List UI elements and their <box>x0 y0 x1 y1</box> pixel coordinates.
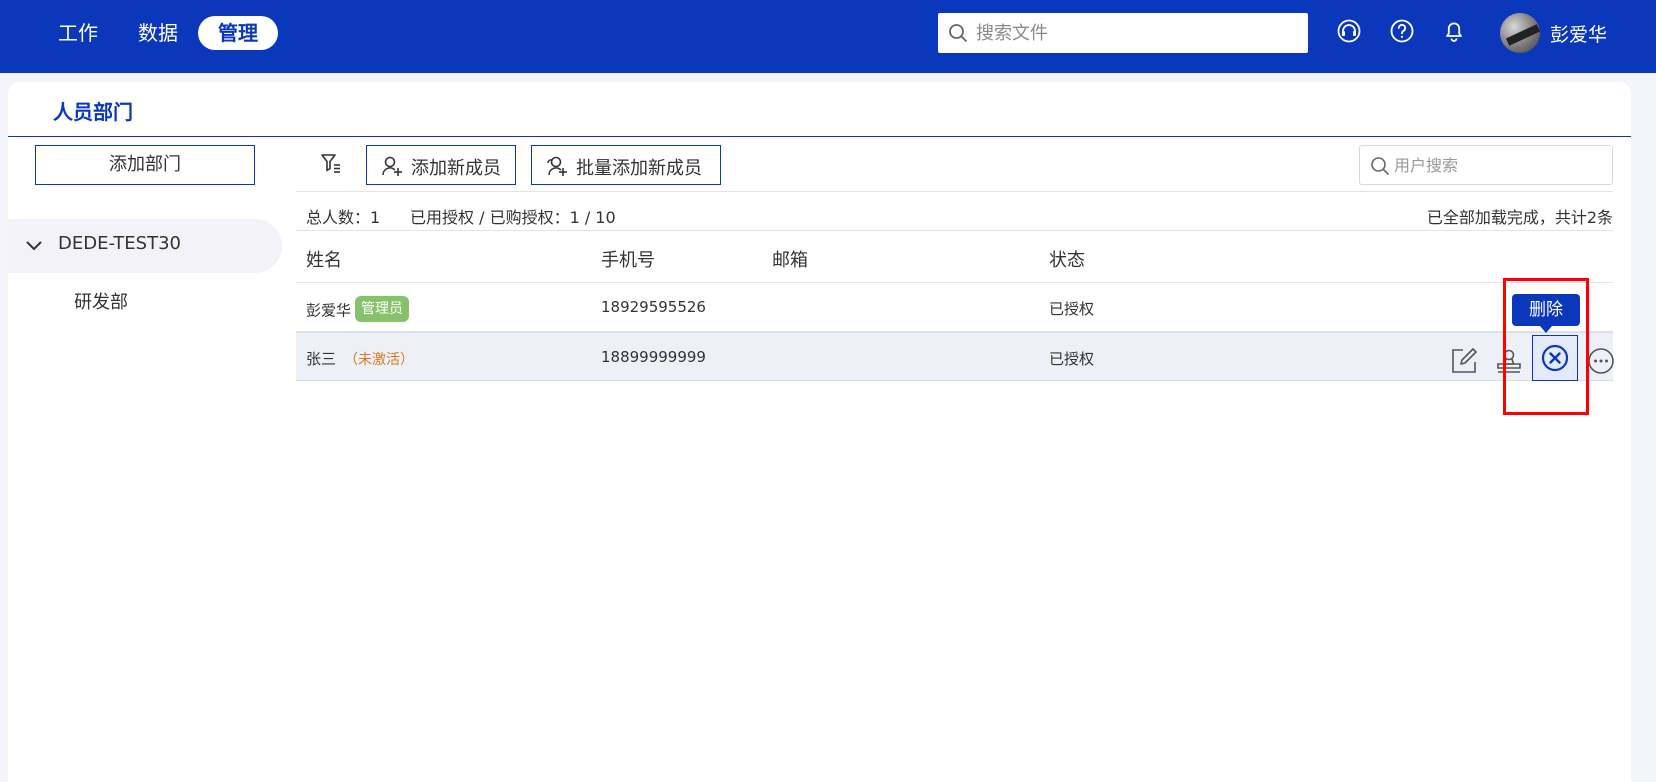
tree-item-rd-dept[interactable]: 研发部 <box>74 288 128 314</box>
column-header-email: 邮箱 <box>772 250 808 271</box>
member-name: 彭爱华 <box>306 301 352 320</box>
column-header-name: 姓名 <box>306 250 342 271</box>
help-icon[interactable] <box>1389 18 1415 44</box>
file-search-input[interactable] <box>976 13 1296 53</box>
user-add-icon <box>382 156 402 176</box>
table-row[interactable]: 张三 （未激活） 18899999999 已授权 <box>296 332 1616 381</box>
search-icon <box>949 24 967 42</box>
column-header-phone: 手机号 <box>601 250 655 271</box>
file-search-box <box>938 13 1308 53</box>
total-members-count: 总人数：1 <box>306 208 381 227</box>
page-title: 人员部门 <box>53 100 133 124</box>
user-permission-icon[interactable] <box>1494 346 1524 376</box>
top-navigation-bar: 工作 数据 管理 彭爱华 <box>0 0 1656 73</box>
edit-icon[interactable] <box>1449 346 1479 376</box>
member-phone: 18929595526 <box>601 298 706 316</box>
chevron-down-icon <box>26 241 42 251</box>
tree-item-root-org[interactable]: DEDE-TEST30 <box>8 219 282 273</box>
member-name-cell: 彭爱华 管理员 <box>306 296 410 324</box>
member-name-cell: 张三 （未激活） <box>306 348 414 369</box>
more-icon[interactable] <box>1586 346 1616 376</box>
nav-tab-work[interactable]: 工作 <box>58 16 98 50</box>
bell-icon[interactable] <box>1441 18 1467 44</box>
title-divider <box>8 136 1631 137</box>
users-add-icon <box>547 156 567 176</box>
delete-icon <box>1541 344 1569 372</box>
add-member-label: 添加新成员 <box>411 158 501 179</box>
tree-root-label: DEDE-TEST30 <box>58 233 182 254</box>
inactive-tag: （未激活） <box>344 352 415 368</box>
delete-button[interactable] <box>1532 335 1578 381</box>
headset-icon[interactable] <box>1336 18 1362 44</box>
add-member-button[interactable]: 添加新成员 <box>366 145 516 185</box>
filter-icon[interactable] <box>320 152 342 176</box>
stats-divider <box>296 191 1613 192</box>
user-search-box <box>1359 145 1613 185</box>
user-search-input[interactable] <box>1394 146 1604 184</box>
current-username[interactable]: 彭爱华 <box>1550 20 1607 47</box>
member-status: 已授权 <box>1049 300 1095 318</box>
batch-add-label: 批量添加新成员 <box>576 158 702 179</box>
table-row[interactable]: 彭爱华 管理员 18929595526 已授权 <box>296 283 1613 332</box>
column-header-status: 状态 <box>1049 250 1085 271</box>
admin-badge: 管理员 <box>355 296 410 322</box>
member-phone: 18899999999 <box>601 348 706 366</box>
member-status: 已授权 <box>1049 350 1095 368</box>
delete-tooltip: 删除 <box>1512 294 1580 333</box>
search-icon <box>1371 157 1389 175</box>
batch-add-members-button[interactable]: 批量添加新成员 <box>531 145 721 185</box>
license-usage: 已用授权 / 已购授权：1 / 10 <box>410 208 616 227</box>
add-department-button[interactable]: 添加部门 <box>35 145 255 185</box>
member-name: 张三 <box>306 350 337 368</box>
user-avatar[interactable] <box>1500 13 1540 53</box>
nav-tab-data[interactable]: 数据 <box>138 16 178 50</box>
table-header-top-border <box>296 230 1613 231</box>
load-status: 已全部加载完成，共计2条 <box>1426 208 1613 227</box>
nav-tab-manage[interactable]: 管理 <box>198 16 278 50</box>
main-panel: 人员部门 添加部门 DEDE-TEST30 研发部 添加新成员 批量添加新成员 … <box>8 82 1631 782</box>
